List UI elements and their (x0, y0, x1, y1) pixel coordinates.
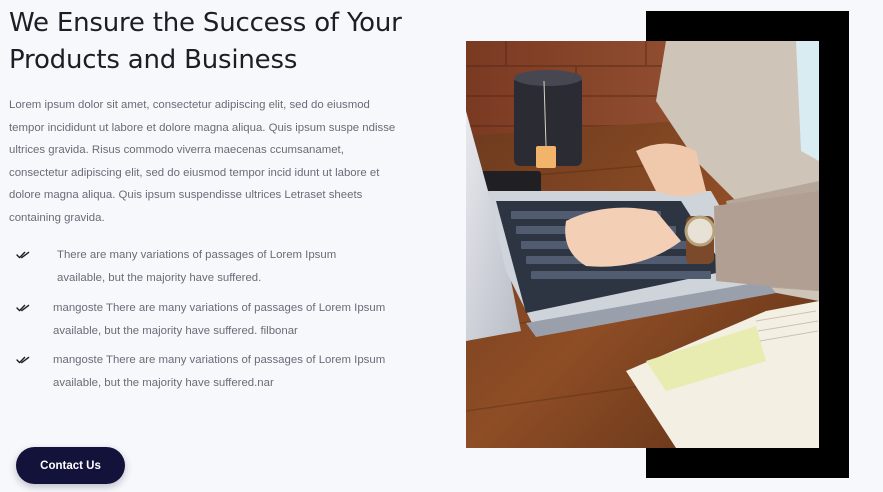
checklist-item-text: mangoste There are many variations of pa… (53, 302, 386, 337)
checklist-item-text: There are many variations of passages of… (57, 249, 337, 284)
intro-paragraph: Lorem ipsum dolor sit amet, consectetur … (9, 99, 396, 224)
checklist-item-text: mangoste There are many variations of pa… (53, 354, 386, 389)
double-check-icon (16, 356, 30, 364)
double-check-icon (16, 304, 30, 312)
contact-us-button[interactable]: Contact Us (16, 447, 125, 484)
section-title: We Ensure the Success of Your Products a… (9, 8, 402, 75)
hero-photo-laptop (466, 41, 819, 448)
double-check-icon (16, 251, 30, 259)
